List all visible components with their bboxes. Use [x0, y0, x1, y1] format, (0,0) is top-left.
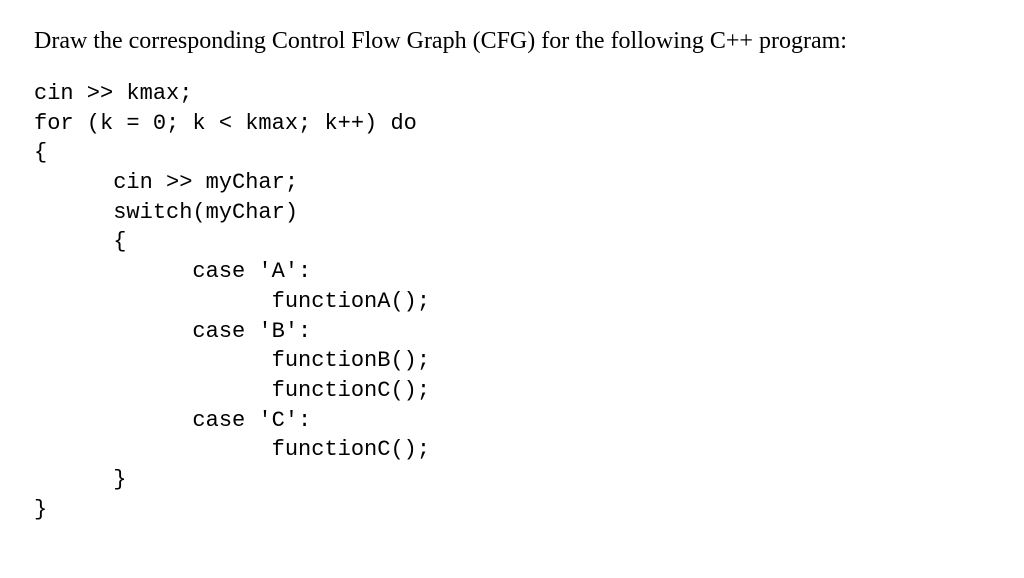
- code-line: {: [34, 140, 47, 165]
- code-line: }: [34, 467, 126, 492]
- code-line: {: [34, 229, 126, 254]
- code-line: case 'C':: [34, 408, 311, 433]
- code-line: case 'A':: [34, 259, 311, 284]
- code-line: cin >> myChar;: [34, 170, 298, 195]
- code-line: functionC();: [34, 378, 430, 403]
- code-listing: cin >> kmax; for (k = 0; k < kmax; k++) …: [34, 79, 990, 524]
- code-line: case 'B':: [34, 319, 311, 344]
- code-line: cin >> kmax;: [34, 81, 192, 106]
- code-line: for (k = 0; k < kmax; k++) do: [34, 111, 417, 136]
- code-line: functionA();: [34, 289, 430, 314]
- code-line: functionB();: [34, 348, 430, 373]
- question-prompt: Draw the corresponding Control Flow Grap…: [34, 28, 990, 55]
- code-line: functionC();: [34, 437, 430, 462]
- code-line: switch(myChar): [34, 200, 298, 225]
- code-line: }: [34, 497, 47, 522]
